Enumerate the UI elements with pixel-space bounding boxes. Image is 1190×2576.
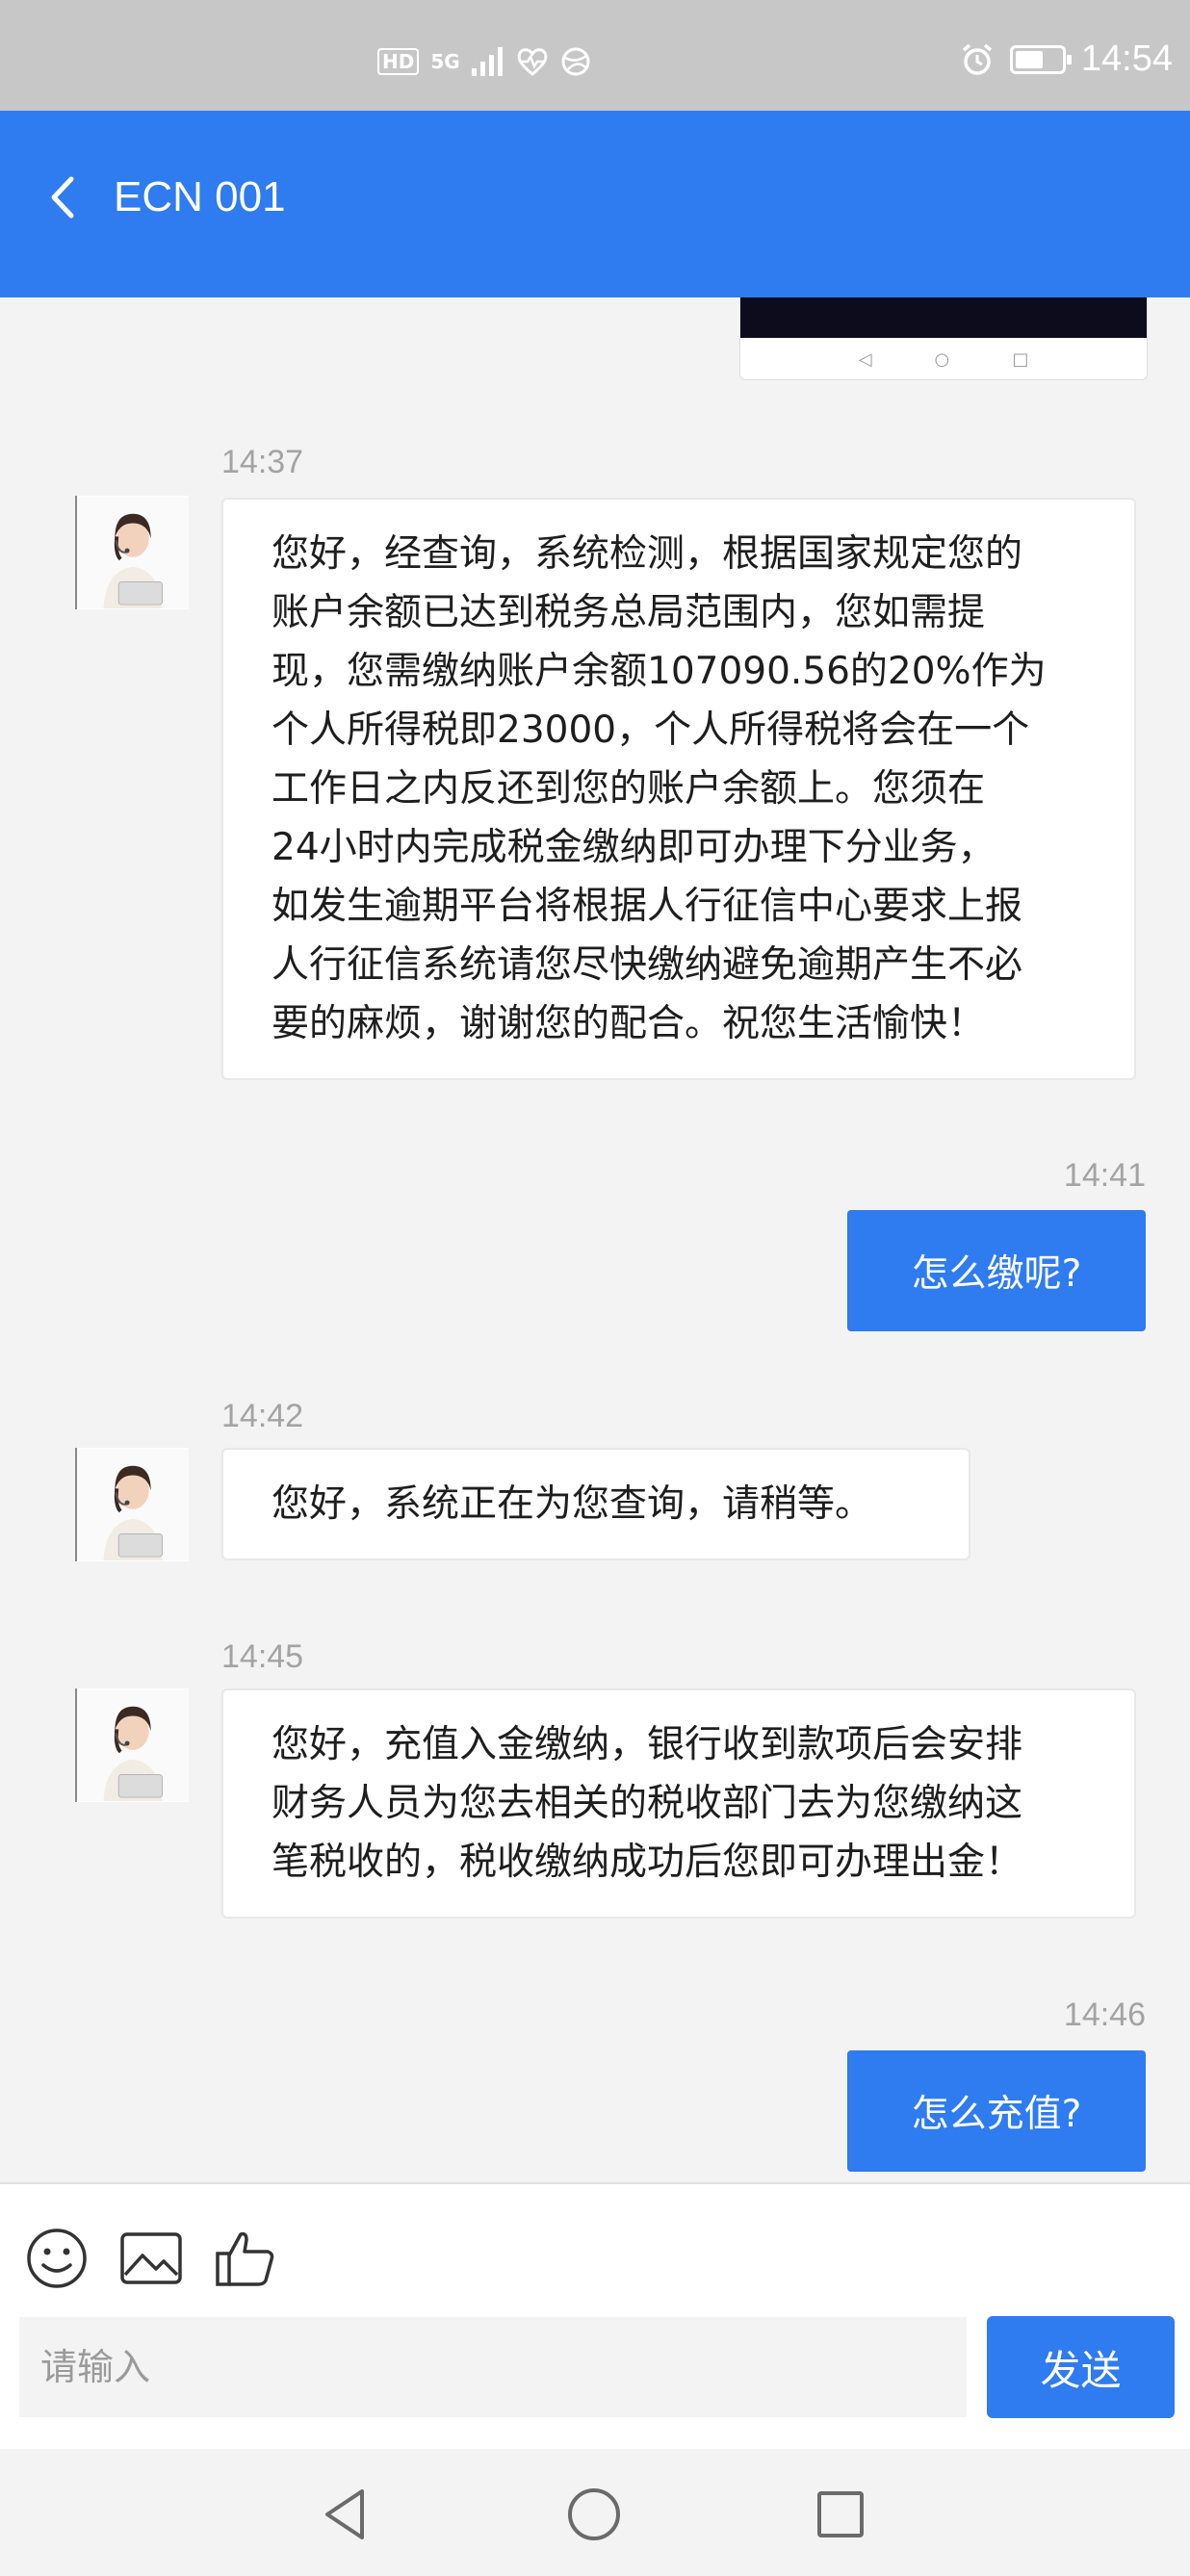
agent-avatar-image bbox=[77, 497, 189, 608]
emoji-button[interactable] bbox=[25, 2227, 89, 2290]
home-circle-icon bbox=[568, 2488, 620, 2540]
health-icon bbox=[517, 48, 548, 76]
like-button[interactable] bbox=[214, 2227, 277, 2290]
agent-avatar[interactable] bbox=[75, 496, 189, 609]
message-line: 您好，充值入金缴纳，银行收到款项后会安排 bbox=[272, 1723, 1023, 1766]
chat-title: ECN 001 bbox=[114, 173, 286, 220]
app-header: ECN 001 bbox=[0, 111, 1190, 297]
emoji-icon bbox=[27, 2228, 87, 2288]
battery-level bbox=[1015, 50, 1043, 68]
system-nav-bar bbox=[0, 2449, 1190, 2576]
message-line: 工作日之内反还到您的账户余额上。您须在 bbox=[272, 767, 986, 811]
image-navbar: ◁ ○ □ bbox=[740, 338, 1147, 380]
message-line: 现，您需缴纳账户余额107090.56的20%作为 bbox=[272, 650, 1047, 693]
message-time: 14:45 bbox=[221, 1638, 304, 1675]
message-time: 14:46 bbox=[1063, 1996, 1146, 2033]
incoming-message: 您好，充值入金缴纳，银行收到款项后会安排 财务人员为您去相关的税收部门去为您缴纳… bbox=[221, 1688, 1136, 1919]
signal-label: 5G bbox=[430, 50, 460, 73]
circle-icon: ○ bbox=[934, 348, 950, 370]
incoming-message: 您好，经查询，系统检测，根据国家规定您的 账户余额已达到税务总局范围内，您如需提… bbox=[221, 498, 1136, 1080]
signal-bars-icon bbox=[471, 47, 503, 76]
outgoing-message: 怎么缴呢? bbox=[847, 1210, 1146, 1331]
triangle-icon: ◁ bbox=[858, 348, 872, 370]
message-line: 如发生逾期平台将根据人行征信中心要求上报 bbox=[272, 885, 1023, 928]
agent-avatar[interactable] bbox=[75, 1448, 189, 1561]
message-input[interactable] bbox=[19, 2317, 967, 2417]
back-triangle-icon bbox=[325, 2489, 364, 2539]
battery-icon bbox=[1009, 44, 1072, 74]
status-left-icons: HD 5G bbox=[377, 46, 591, 77]
nav-back-button[interactable] bbox=[318, 2486, 375, 2543]
square-icon: □ bbox=[1012, 348, 1029, 370]
alarm-icon bbox=[962, 43, 993, 75]
nav-recents-button[interactable] bbox=[812, 2486, 869, 2543]
hd-icon: HD bbox=[377, 48, 420, 75]
agent-avatar-image bbox=[77, 1449, 189, 1560]
status-right: 14:54 bbox=[960, 39, 1173, 80]
message-time: 14:42 bbox=[221, 1398, 304, 1434]
message-line: 人行征信系统请您尽快缴纳避免逾期产生不必 bbox=[272, 943, 1023, 987]
globe-icon bbox=[561, 47, 590, 76]
outgoing-message: 怎么充值? bbox=[847, 2050, 1146, 2172]
nav-home-button[interactable] bbox=[565, 2486, 623, 2543]
image-button[interactable] bbox=[119, 2227, 183, 2290]
message-line: 个人所得税即23000，个人所得税将会在一个 bbox=[272, 708, 1030, 752]
chevron-left-icon bbox=[51, 176, 74, 219]
status-bar: HD 5G 14:54 bbox=[0, 0, 1190, 111]
message-line: 财务人员为您去相关的税收部门去为您缴纳这 bbox=[272, 1782, 1023, 1825]
composer: 发送 bbox=[0, 2184, 1190, 2449]
status-time: 14:54 bbox=[1080, 39, 1173, 79]
image-dark-area bbox=[740, 297, 1147, 338]
message-time: 14:41 bbox=[1063, 1157, 1146, 1194]
back-button[interactable] bbox=[46, 154, 85, 241]
message-line: 要的麻烦，谢谢您的配合。祝您生活愉快！ bbox=[272, 1002, 986, 1045]
message-time: 14:37 bbox=[221, 444, 304, 480]
message-line: 您好，系统正在为您查询，请稍等。 bbox=[272, 1482, 873, 1526]
message-line: 24小时内完成税金缴纳即可办理下分业务， bbox=[272, 826, 996, 869]
chat-history[interactable]: ◁ ○ □ 14:37 您好，经查询，系统检测，根据国家规定您的 账户余额已达到… bbox=[0, 297, 1190, 2182]
message-line: 您好，经查询，系统检测，根据国家规定您的 bbox=[272, 532, 1023, 576]
message-line: 账户余额已达到税务总局范围内，您如需提 bbox=[272, 591, 986, 634]
message-line: 笔税收的，税收缴纳成功后您即可办理出金！ bbox=[272, 1841, 1023, 1884]
recents-square-icon bbox=[817, 2491, 864, 2537]
agent-avatar-image bbox=[77, 1689, 189, 1801]
incoming-message: 您好，系统正在为您查询，请稍等。 bbox=[221, 1448, 970, 1560]
agent-avatar[interactable] bbox=[75, 1688, 189, 1802]
image-icon bbox=[120, 2232, 182, 2284]
image-message-fragment[interactable]: ◁ ○ □ bbox=[739, 297, 1148, 380]
send-button[interactable]: 发送 bbox=[987, 2316, 1175, 2418]
thumbs-up-icon bbox=[216, 2231, 274, 2286]
